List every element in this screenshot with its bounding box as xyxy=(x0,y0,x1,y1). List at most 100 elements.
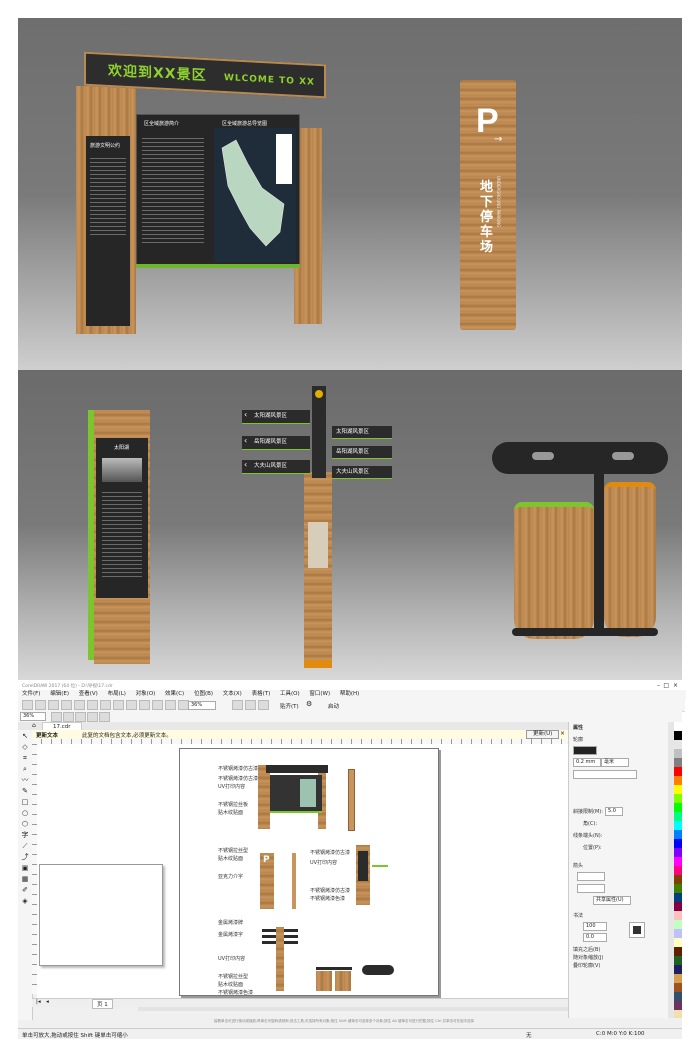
palette-swatch[interactable] xyxy=(674,740,682,749)
palette-swatch[interactable] xyxy=(674,893,682,902)
search-icon[interactable] xyxy=(139,700,150,710)
import-icon[interactable] xyxy=(152,700,163,710)
polygon-tool-icon[interactable]: ⬡ xyxy=(20,820,30,829)
parking-drawing[interactable]: P xyxy=(260,853,274,909)
menu-view[interactable]: 查看(V) xyxy=(79,690,98,699)
palette-swatch[interactable] xyxy=(674,884,682,893)
scale-with-object-checkbox[interactable]: 随对象缩放(J) xyxy=(573,954,603,961)
crop-tool-icon[interactable]: ⌗ xyxy=(20,754,30,763)
zoom-out-icon[interactable] xyxy=(63,712,74,722)
menu-edit[interactable]: 编辑(E) xyxy=(50,690,69,699)
grid-icon[interactable] xyxy=(257,700,269,710)
palette-swatch[interactable] xyxy=(674,920,682,929)
palette-swatch[interactable] xyxy=(674,794,682,803)
menu-window[interactable]: 窗口(W) xyxy=(309,690,330,699)
empty-frame[interactable] xyxy=(39,864,163,966)
menu-help[interactable]: 帮助(H) xyxy=(340,690,359,699)
palette-swatch[interactable] xyxy=(674,839,682,848)
launch-dropdown[interactable]: 启动 xyxy=(328,702,339,710)
palette-swatch[interactable] xyxy=(674,983,682,992)
parallel-dimension-icon[interactable]: ⟋ xyxy=(20,842,30,851)
export-icon[interactable] xyxy=(165,700,176,710)
palette-swatch[interactable] xyxy=(674,866,682,875)
palette-swatch[interactable] xyxy=(674,1010,682,1018)
palette-swatch[interactable] xyxy=(674,785,682,794)
palette-swatch[interactable] xyxy=(674,857,682,866)
maximize-icon[interactable]: □ xyxy=(663,682,669,689)
interactive-fill-icon[interactable]: ◈ xyxy=(20,897,30,906)
zoom-selected-icon[interactable] xyxy=(75,712,86,722)
shape-tool-icon[interactable]: ◇ xyxy=(20,743,30,752)
eyedropper-icon[interactable]: ✐ xyxy=(20,886,30,895)
menu-file[interactable]: 文件(F) xyxy=(22,690,40,699)
line-style-select[interactable] xyxy=(573,770,637,779)
cut-icon[interactable] xyxy=(74,700,85,710)
open-icon[interactable] xyxy=(35,700,46,710)
zoom-page-icon[interactable] xyxy=(99,712,110,722)
miter-limit-field[interactable]: 5.0 xyxy=(605,807,623,816)
palette-swatch[interactable] xyxy=(674,974,682,983)
menu-bitmaps[interactable]: 位图(B) xyxy=(194,690,213,699)
palette-swatch[interactable] xyxy=(674,965,682,974)
palette-swatch[interactable] xyxy=(674,821,682,830)
palette-swatch[interactable] xyxy=(674,803,682,812)
ellipse-tool-icon[interactable]: ○ xyxy=(20,809,30,818)
overprint-checkbox[interactable]: 叠印轮廓(V) xyxy=(573,962,600,969)
palette-swatch[interactable] xyxy=(674,875,682,884)
outline-width-field[interactable]: 0.2 mm xyxy=(573,758,601,767)
menu-table[interactable]: 表格(T) xyxy=(252,690,271,699)
zoom-in-icon[interactable] xyxy=(51,712,62,722)
palette-swatch[interactable] xyxy=(674,776,682,785)
rulers-icon[interactable] xyxy=(244,700,256,710)
stele-side[interactable] xyxy=(372,865,388,867)
copy-icon[interactable] xyxy=(87,700,98,710)
palette-swatch[interactable] xyxy=(674,758,682,767)
shadow-tool-icon[interactable]: ▣ xyxy=(20,864,30,873)
text-tool-icon[interactable]: 字 xyxy=(20,831,30,840)
palette-swatch[interactable] xyxy=(674,938,682,947)
drawing-canvas[interactable]: P 不锈钢烤漆仿古漆 不锈钢烤漆仿古漆 UV打印内容 不锈钢拉丝板 贴木纹贴面 … xyxy=(37,744,568,998)
share-attributes-checkbox[interactable]: 共享属性(U) xyxy=(593,896,631,905)
palette-swatch[interactable] xyxy=(674,830,682,839)
pick-tool-icon[interactable]: ↖ xyxy=(20,732,30,741)
freehand-tool-icon[interactable]: 〰 xyxy=(20,776,30,785)
menu-effects[interactable]: 效果(C) xyxy=(165,690,184,699)
outline-color-swatch[interactable] xyxy=(573,746,597,755)
palette-swatch[interactable] xyxy=(674,956,682,965)
unit-select[interactable]: 毫米 xyxy=(601,758,629,767)
undo-icon[interactable] xyxy=(113,700,124,710)
horizontal-scrollbar[interactable] xyxy=(138,1007,568,1011)
menu-tools[interactable]: 工具(O) xyxy=(280,690,300,699)
first-page-icon[interactable]: |◂ xyxy=(36,999,41,1005)
zoom-all-icon[interactable] xyxy=(87,712,98,722)
transparency-tool-icon[interactable]: ▦ xyxy=(20,875,30,884)
bin-top-drawing[interactable] xyxy=(362,965,394,975)
start-arrow-select[interactable] xyxy=(577,872,605,881)
page-tab[interactable]: 页 1 xyxy=(92,999,113,1009)
palette-swatch[interactable] xyxy=(674,929,682,938)
palette-swatch[interactable] xyxy=(674,722,682,731)
stele-drawing[interactable] xyxy=(356,845,370,905)
palette-swatch[interactable] xyxy=(674,731,682,740)
gateway-drawing[interactable] xyxy=(258,765,328,829)
connector-tool-icon[interactable]: ⤴ xyxy=(20,853,30,862)
paste-icon[interactable] xyxy=(100,700,111,710)
rectangle-tool-icon[interactable]: □ xyxy=(20,798,30,807)
parking-side[interactable] xyxy=(292,853,296,909)
snap-to-dropdown[interactable]: 贴齐(T) xyxy=(280,702,299,710)
update-button[interactable]: 更新(U) xyxy=(526,730,560,739)
save-icon[interactable] xyxy=(48,700,59,710)
close-notice-icon[interactable]: × xyxy=(560,730,565,737)
redo-icon[interactable] xyxy=(126,700,137,710)
menu-text[interactable]: 文本(X) xyxy=(223,690,242,699)
palette-swatch[interactable] xyxy=(674,767,682,776)
signpost-drawing[interactable] xyxy=(262,927,298,991)
palette-swatch[interactable] xyxy=(674,749,682,758)
menu-layout[interactable]: 布局(L) xyxy=(108,690,126,699)
close-icon[interactable]: × xyxy=(673,682,678,689)
home-icon[interactable]: ⌂ xyxy=(32,722,36,729)
print-icon[interactable] xyxy=(61,700,72,710)
angle-field[interactable]: 0.0 xyxy=(583,933,607,942)
behind-fill-checkbox[interactable]: 填充之后(B) xyxy=(573,946,600,953)
palette-swatch[interactable] xyxy=(674,947,682,956)
